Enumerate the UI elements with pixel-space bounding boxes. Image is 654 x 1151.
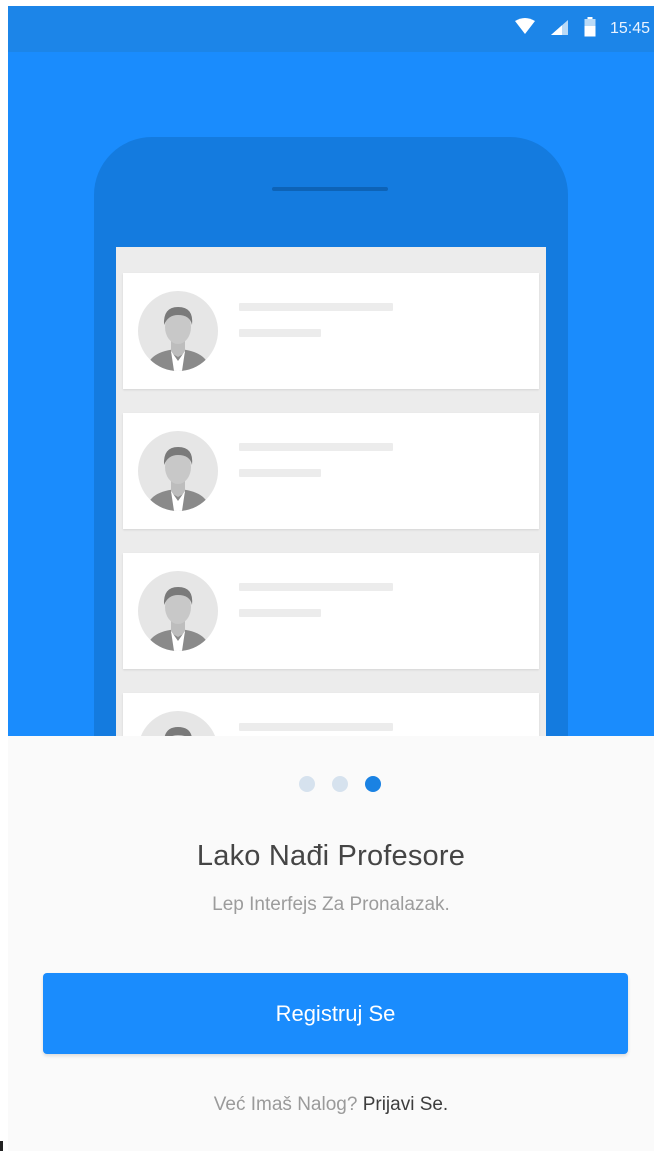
- page-dot: [332, 776, 348, 792]
- phone-screen: [116, 247, 546, 736]
- login-link[interactable]: Prijavi Se.: [363, 1094, 449, 1115]
- illustration-card: [123, 693, 539, 736]
- cell-signal-icon: [550, 18, 570, 41]
- onboarding-illustration: [8, 52, 654, 736]
- battery-icon: [584, 16, 596, 42]
- status-time: 15:45: [609, 20, 650, 37]
- login-prompt-text: Već Imaš Nalog?: [213, 1094, 358, 1115]
- placeholder-line: [239, 443, 393, 451]
- illustration-card: [123, 413, 539, 529]
- placeholder-line: [239, 329, 321, 337]
- avatar: [138, 291, 218, 371]
- login-prompt-row: Već Imaš Nalog? Prijavi Se.: [8, 1094, 654, 1116]
- status-icons: 15:45: [514, 6, 654, 52]
- placeholder-line: [239, 723, 393, 731]
- onboarding-title: Lako Nađi Profesore: [196, 840, 466, 872]
- onboarding-subtitle: Lep Interfejs Za Pronalazak.: [212, 894, 450, 915]
- wifi-icon: [514, 17, 536, 41]
- phone-speaker: [272, 187, 388, 191]
- page-indicator: [8, 776, 654, 792]
- avatar: [138, 711, 218, 736]
- page-dot: [365, 776, 381, 792]
- phone-illustration: [94, 137, 568, 736]
- illustration-card: [123, 553, 539, 669]
- avatar: [138, 431, 218, 511]
- edge-artifact: [0, 1141, 3, 1151]
- placeholder-line: [239, 609, 321, 617]
- register-button[interactable]: Registruj Se: [43, 973, 628, 1054]
- placeholder-line: [239, 303, 393, 311]
- placeholder-line: [239, 469, 321, 477]
- illustration-card: [123, 273, 539, 389]
- status-bar: 15:45: [8, 6, 654, 52]
- page-dot: [299, 776, 315, 792]
- avatar: [138, 571, 218, 651]
- app-screen: 15:45 Lako Nađi Profesore Lep Interfejs …: [8, 6, 654, 1151]
- placeholder-line: [239, 583, 393, 591]
